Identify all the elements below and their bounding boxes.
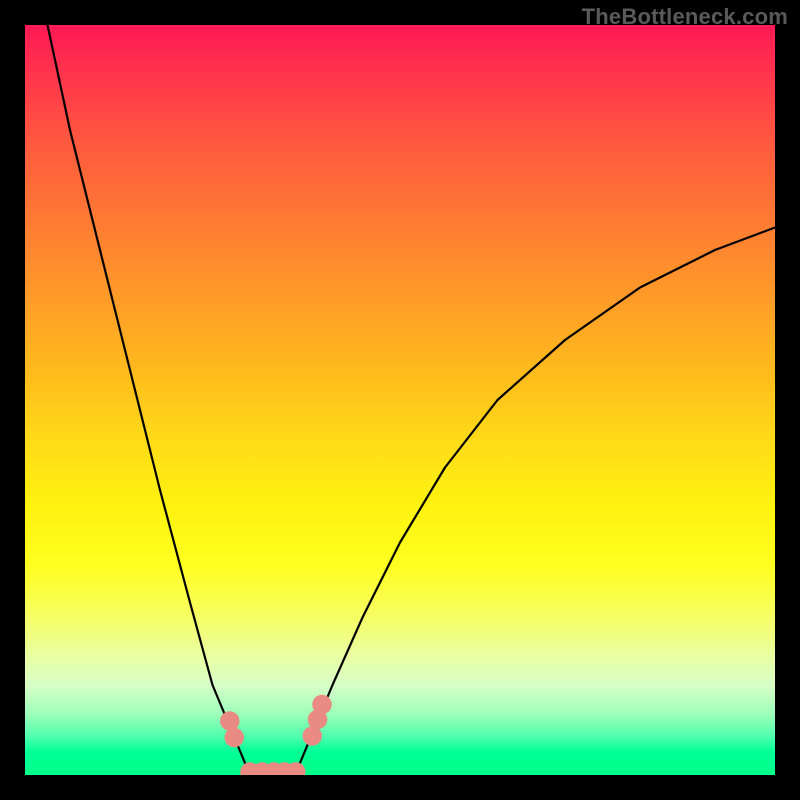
curve-marker (312, 695, 332, 715)
markers-group (220, 695, 332, 775)
curve-marker (303, 726, 323, 746)
curve-svg (25, 25, 775, 775)
curve-marker (225, 728, 245, 748)
watermark-text: TheBottleneck.com (582, 4, 788, 30)
curve-marker (220, 711, 240, 731)
curve-left-arm (48, 25, 251, 775)
chart-frame: TheBottleneck.com (0, 0, 800, 800)
curve-right-arm (295, 228, 775, 776)
plot-area (25, 25, 775, 775)
